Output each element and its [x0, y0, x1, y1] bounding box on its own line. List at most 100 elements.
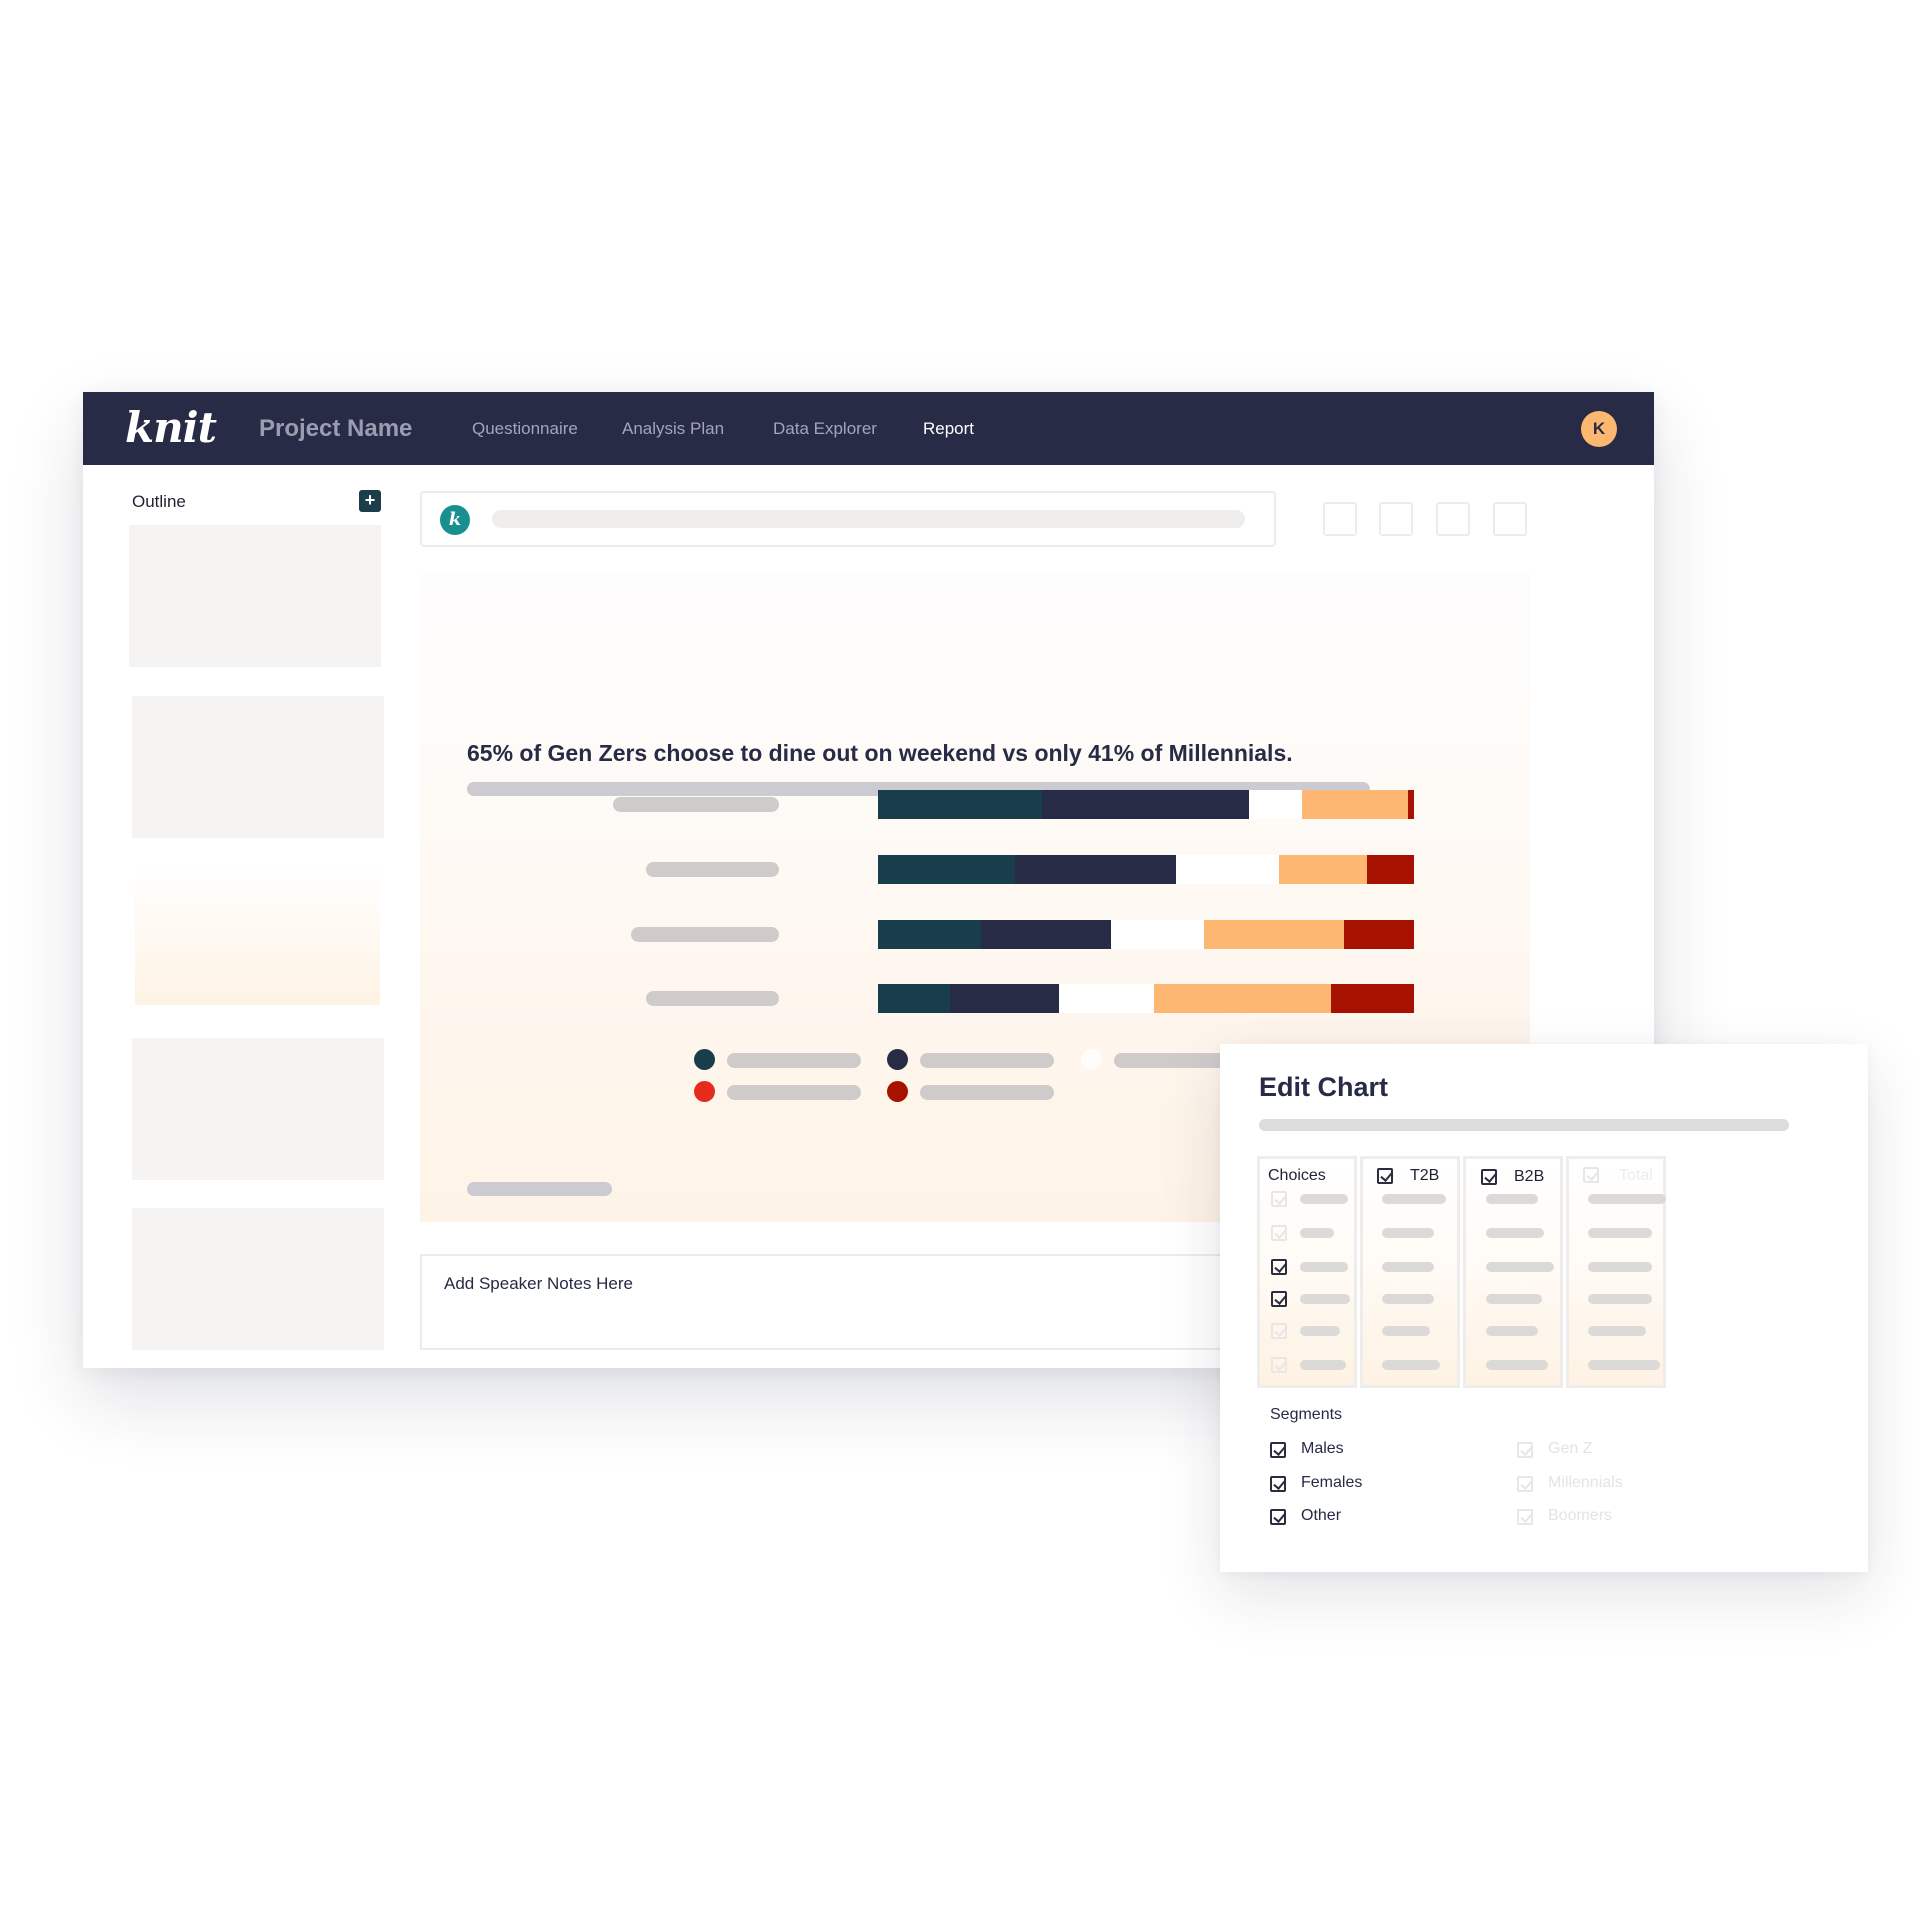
tab-report[interactable]: Report [923, 392, 974, 465]
bar-segment[interactable] [878, 855, 1015, 884]
segment-millennials-label[interactable]: Millennials [1548, 1474, 1623, 1492]
prompt-placeholder-bar [492, 510, 1245, 528]
edit-chart-title: Edit Chart [1259, 1072, 1389, 1102]
legend-dot [694, 1081, 715, 1102]
segment-females-checkbox[interactable] [1270, 1476, 1286, 1492]
bar-segment[interactable] [1015, 855, 1176, 884]
tab-questionnaire[interactable]: Questionnaire [472, 392, 578, 465]
edit-chart-subtitle-placeholder [1259, 1119, 1789, 1131]
slide-thumbnail-2[interactable] [132, 696, 384, 838]
choice-row-value-placeholder [1486, 1228, 1544, 1238]
knit-logo[interactable]: knit [125, 400, 217, 456]
prompt-input[interactable]: k [420, 491, 1276, 547]
plus-icon[interactable]: + [359, 490, 381, 512]
bar-label-placeholder [646, 862, 779, 877]
toolbar-button-4[interactable] [1493, 502, 1527, 536]
choice-row-checkbox[interactable] [1271, 1291, 1287, 1307]
slide-thumbnail-4[interactable] [132, 1038, 384, 1180]
choice-row-value-placeholder [1382, 1228, 1434, 1238]
choice-row-value-placeholder [1588, 1326, 1646, 1336]
project-name[interactable]: Project Name [259, 392, 412, 465]
segment-other-label[interactable]: Other [1301, 1507, 1341, 1525]
segment-boomers-checkbox[interactable] [1517, 1509, 1533, 1525]
bar-segment[interactable] [1154, 984, 1331, 1013]
choice-row-value-placeholder [1486, 1360, 1548, 1370]
tab-data-explorer[interactable]: Data Explorer [773, 392, 877, 465]
segment-boomers-label[interactable]: Boomers [1548, 1507, 1612, 1525]
user-avatar[interactable]: K [1581, 411, 1617, 447]
choice-row-checkbox[interactable] [1271, 1191, 1287, 1207]
segment-females-label[interactable]: Females [1301, 1474, 1362, 1492]
segment-males-checkbox[interactable] [1270, 1442, 1286, 1458]
column-total[interactable]: Total [1566, 1156, 1666, 1388]
slide-thumbnail-5[interactable] [132, 1208, 384, 1350]
bar-segment[interactable] [950, 984, 1059, 1013]
legend-label-placeholder [727, 1085, 861, 1100]
choice-row-checkbox[interactable] [1271, 1357, 1287, 1373]
slide-thumbnail-1[interactable] [129, 525, 381, 667]
column-b2b[interactable]: B2B [1463, 1156, 1563, 1388]
choice-row-value-placeholder [1300, 1228, 1334, 1238]
segments-title: Segments [1270, 1406, 1343, 1423]
column-header-total: Total [1619, 1167, 1653, 1184]
column-header-choices: Choices [1268, 1167, 1326, 1184]
bar-segment[interactable] [878, 920, 981, 949]
b2b-checkbox[interactable] [1481, 1169, 1497, 1185]
bar-segment[interactable] [1059, 984, 1154, 1013]
bar-segment[interactable] [1111, 920, 1204, 949]
segment-genz-label[interactable]: Gen Z [1548, 1440, 1592, 1458]
column-header-t2b: T2B [1410, 1167, 1440, 1184]
slide-headline[interactable]: 65% of Gen Zers choose to dine out on we… [467, 740, 1293, 767]
bar-segment[interactable] [1408, 790, 1414, 819]
legend-dot [694, 1049, 715, 1070]
choice-row-value-placeholder [1588, 1194, 1666, 1204]
legend-label-placeholder [727, 1053, 861, 1068]
column-t2b[interactable]: T2B [1360, 1156, 1460, 1388]
bar-label-placeholder [613, 797, 779, 812]
legend-dot [1081, 1049, 1102, 1070]
bar-segment[interactable] [878, 984, 950, 1013]
edit-chart-panel: Edit Chart Choices T2B B2B Total Segment… [1220, 1044, 1868, 1572]
bar-label-placeholder [631, 927, 779, 942]
bar-segment[interactable] [1249, 790, 1302, 819]
choice-row-value-placeholder [1300, 1294, 1350, 1304]
choice-row-checkbox[interactable] [1271, 1259, 1287, 1275]
choice-row-value-placeholder [1588, 1360, 1660, 1370]
bar-segment[interactable] [1344, 920, 1414, 949]
bar-segment[interactable] [1176, 855, 1279, 884]
legend-label-placeholder [920, 1053, 1054, 1068]
choice-row-value-placeholder [1382, 1326, 1430, 1336]
tab-analysis-plan[interactable]: Analysis Plan [622, 392, 724, 465]
bar-segment[interactable] [1302, 790, 1408, 819]
choice-row-value-placeholder [1382, 1294, 1434, 1304]
choice-row-checkbox[interactable] [1271, 1225, 1287, 1241]
toolbar-button-2[interactable] [1379, 502, 1413, 536]
segment-males-label[interactable]: Males [1301, 1440, 1344, 1458]
choice-row-value-placeholder [1486, 1294, 1542, 1304]
bar-segment[interactable] [1331, 984, 1414, 1013]
toolbar-button-3[interactable] [1436, 502, 1470, 536]
t2b-checkbox[interactable] [1377, 1168, 1393, 1184]
speaker-notes-field[interactable]: Add Speaker Notes Here [420, 1254, 1320, 1350]
choice-row-value-placeholder [1382, 1194, 1446, 1204]
toolbar-button-1[interactable] [1323, 502, 1357, 536]
bar-segment[interactable] [1042, 790, 1249, 819]
segment-other-checkbox[interactable] [1270, 1509, 1286, 1525]
choice-row-value-placeholder [1486, 1194, 1538, 1204]
bar-segment[interactable] [1204, 920, 1344, 949]
choice-row-value-placeholder [1486, 1262, 1554, 1272]
total-checkbox[interactable] [1583, 1167, 1599, 1183]
choice-row-value-placeholder [1588, 1294, 1652, 1304]
bar-label-placeholder [646, 991, 779, 1006]
segment-genz-checkbox[interactable] [1517, 1442, 1533, 1458]
bar-segment[interactable] [1367, 855, 1414, 884]
column-header-b2b: B2B [1514, 1168, 1545, 1185]
source-placeholder [467, 1182, 612, 1196]
slide-thumbnail-3[interactable] [135, 864, 380, 1005]
bar-segment[interactable] [878, 790, 1042, 819]
segment-millennials-checkbox[interactable] [1517, 1476, 1533, 1492]
bar-segment[interactable] [1279, 855, 1367, 884]
legend-dot [887, 1081, 908, 1102]
bar-segment[interactable] [981, 920, 1111, 949]
choice-row-checkbox[interactable] [1271, 1323, 1287, 1339]
